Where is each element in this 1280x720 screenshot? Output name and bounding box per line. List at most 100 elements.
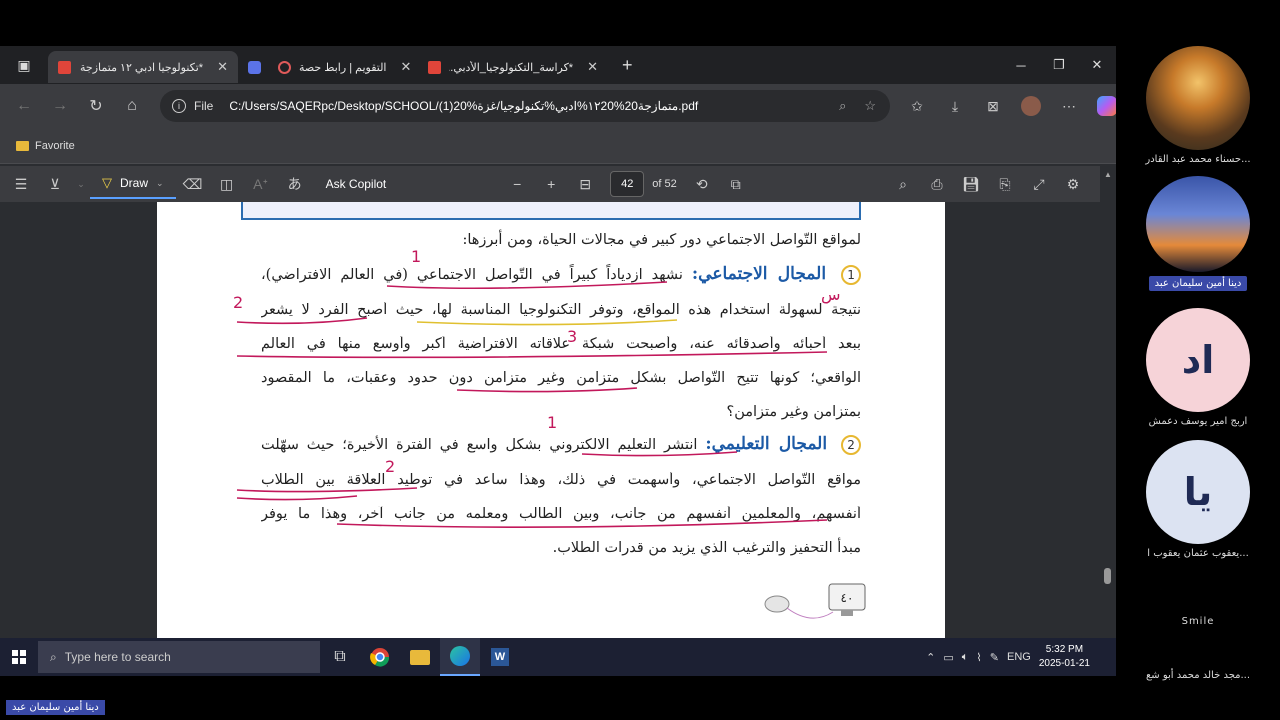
minimize-icon[interactable]: ─ [1002,46,1040,84]
zoom-out-icon[interactable]: − [500,169,534,199]
save-icon[interactable]: 💾︎ [954,169,988,199]
time: 5:32 PM [1045,644,1084,655]
task-view-icon[interactable]: ⧉ [320,638,360,676]
info-icon[interactable]: i [172,99,186,113]
ink-mark: 2 [385,457,395,476]
pen-icon[interactable]: ✎ [990,651,999,664]
battery-icon[interactable]: ▭ [943,651,953,664]
participant-tile[interactable]: يا ...يعقوب عثمان يعقوب ا [1138,440,1258,559]
zoom-icon[interactable]: ⌕ [839,98,846,114]
page-view-icon[interactable]: ⧉ [719,169,753,199]
pdf-page: لمواقع التّواصل الاجتماعي دور كبير في مج… [157,202,945,638]
windows-taskbar: ⌕ Type here to search ⧉ W ⌃ ▭ 🔈︎ ⌇ ✎ ENG… [0,638,1116,676]
ink-underline [236,351,828,359]
language-indicator[interactable]: ENG [1007,651,1031,663]
home-icon[interactable]: ⌂ [114,88,150,124]
computer-illustration-icon: ٤٠ [764,583,866,619]
page-number-input[interactable]: 42 [610,171,645,197]
participant-name: اربج امير يوسف دعمش [1148,416,1248,427]
edge-icon[interactable] [440,638,480,676]
back-icon[interactable]: ← [6,88,42,124]
tab-app[interactable] [238,51,268,83]
chrome-icon[interactable] [360,638,400,676]
date: 2025-01-21 [1038,658,1090,669]
start-button[interactable] [0,638,38,676]
pdf-viewer[interactable]: لمواقع التّواصل الاجتماعي دور كبير في مج… [0,202,1100,676]
close-window-icon[interactable]: ✕ [1078,46,1116,84]
search-icon[interactable]: ⌕ [886,169,920,199]
page-label: ٤٠ [841,591,854,605]
view-icon[interactable]: ◫ [210,169,244,199]
participant-initials: اد [1181,338,1215,382]
chevron-down-icon: ⌄ [156,177,164,188]
ink-underline [336,519,828,528]
address-bar-row: ← → ↻ ⌂ i File C:/Users/SAQERpc/Desktop/… [0,84,1116,128]
scroll-up-icon[interactable]: ▲ [1104,170,1112,179]
ink-mark: 1 [411,247,421,266]
app-icon [248,60,261,74]
pdf-toolbar-right: ⌕ ⎙ 💾︎ ⎘ ⤢ ⚙ [886,169,1090,199]
new-tab-icon[interactable]: + [608,55,647,76]
tab-calendar[interactable]: التقويم | رابط حصة ✕ [268,51,418,83]
favorites-folder[interactable]: Favorite [35,140,75,152]
fullscreen-icon[interactable]: ⤢ [1022,169,1056,199]
close-icon[interactable]: ✕ [217,59,228,75]
participant-avatar: اد [1146,308,1250,412]
zoom-in-icon[interactable]: + [534,169,568,199]
participant-tile[interactable]: اد اربج امير يوسف دعمش [1138,308,1258,427]
network-icon[interactable]: ⌇ [976,651,981,664]
clock[interactable]: 5:32 PM 2025-01-21 [1039,643,1090,671]
rotate-icon[interactable]: ⟲ [685,169,719,199]
fit-page-icon[interactable]: ⊟ [568,169,602,199]
print-icon[interactable]: ⎙ [920,169,954,199]
forward-icon[interactable]: → [42,88,78,124]
screenshot-icon[interactable]: ⊠ [976,89,1010,123]
close-icon[interactable]: ✕ [587,59,598,75]
tab-pdf-1[interactable]: *تكنولوجيا ادبي ١٢ متمازجة (1 ✕ [48,51,238,83]
highlight-icon[interactable]: ⊻ [38,169,72,199]
contents-icon[interactable]: ☰ [4,169,38,199]
refresh-icon[interactable]: ↻ [78,88,114,124]
participant-name: دينا أمين سليمان عبد [1148,276,1248,291]
scroll-thumb[interactable] [1104,568,1111,584]
ask-copilot-button[interactable]: Ask Copilot [312,177,401,191]
volume-icon[interactable]: 🔈︎ [962,651,969,664]
word-icon[interactable]: W [480,638,520,676]
scrollbar[interactable]: ▲ ▼ [1100,166,1116,676]
more-icon[interactable]: ⋯ [1052,89,1086,123]
meeting-view: ▣ *تكنولوجيا ادبي ١٢ متمازجة (1 ✕ التقوي… [0,0,1280,720]
url-field[interactable]: i File C:/Users/SAQERpc/Desktop/SCHOOL/(… [160,90,890,122]
chevron-down-icon[interactable]: ⌄ [72,169,90,199]
chevron-up-icon[interactable]: ⌃ [926,651,935,664]
ink-underline [581,451,738,457]
tab-pdf-2[interactable]: *كراسة_التكنولوجيا_الأدبي..مد ✕ [418,51,608,83]
tab-actions-icon[interactable]: ▣ [0,46,48,84]
taskbar-search[interactable]: ⌕ Type here to search [38,641,320,673]
favorite-star-icon[interactable]: ☆ [864,98,876,114]
tab-title: *كراسة_التكنولوجيا_الأدبي..مد [449,61,574,74]
draw-button[interactable]: ▽ Draw ⌄ [90,169,176,199]
url-text: C:/Users/SAQERpc/Desktop/SCHOOL/(1)20%مت… [229,99,699,113]
participant-tile[interactable]: ...حسناء محمد عبد القادر [1138,46,1258,165]
download-icon[interactable]: ⤓ [938,89,972,123]
read-aloud-icon[interactable]: Aᐩ [244,169,278,199]
file-explorer-icon[interactable] [400,638,440,676]
ink-mark: 3 [567,327,577,346]
browser-toolbar-right: ✩ ⤓ ⊠ ⋯ [900,84,1116,128]
ink-mark: س [821,285,841,304]
copilot-icon[interactable] [1090,89,1116,123]
save-as-icon[interactable]: ⎘ [988,169,1022,199]
participant-name: ...يعقوب عثمان يعقوب ا [1147,548,1249,559]
participant-tile[interactable]: دينا أمين سليمان عبد [1138,176,1258,291]
restore-icon[interactable]: ❐ [1040,46,1078,84]
close-icon[interactable]: ✕ [401,59,412,75]
eraser-icon[interactable]: ⌫ [176,169,210,199]
file-label: File [194,99,214,113]
translate-icon[interactable]: あ [278,169,312,199]
settings-icon[interactable]: ⚙ [1056,169,1090,199]
participant-tile[interactable]: Smile [1138,612,1258,627]
favorites-icon[interactable]: ✩ [900,89,934,123]
profile-icon[interactable] [1014,89,1048,123]
participant-tile[interactable]: ...مجد خالد محمد أبو شع [1138,666,1258,681]
participant-initials: يا [1183,470,1213,514]
